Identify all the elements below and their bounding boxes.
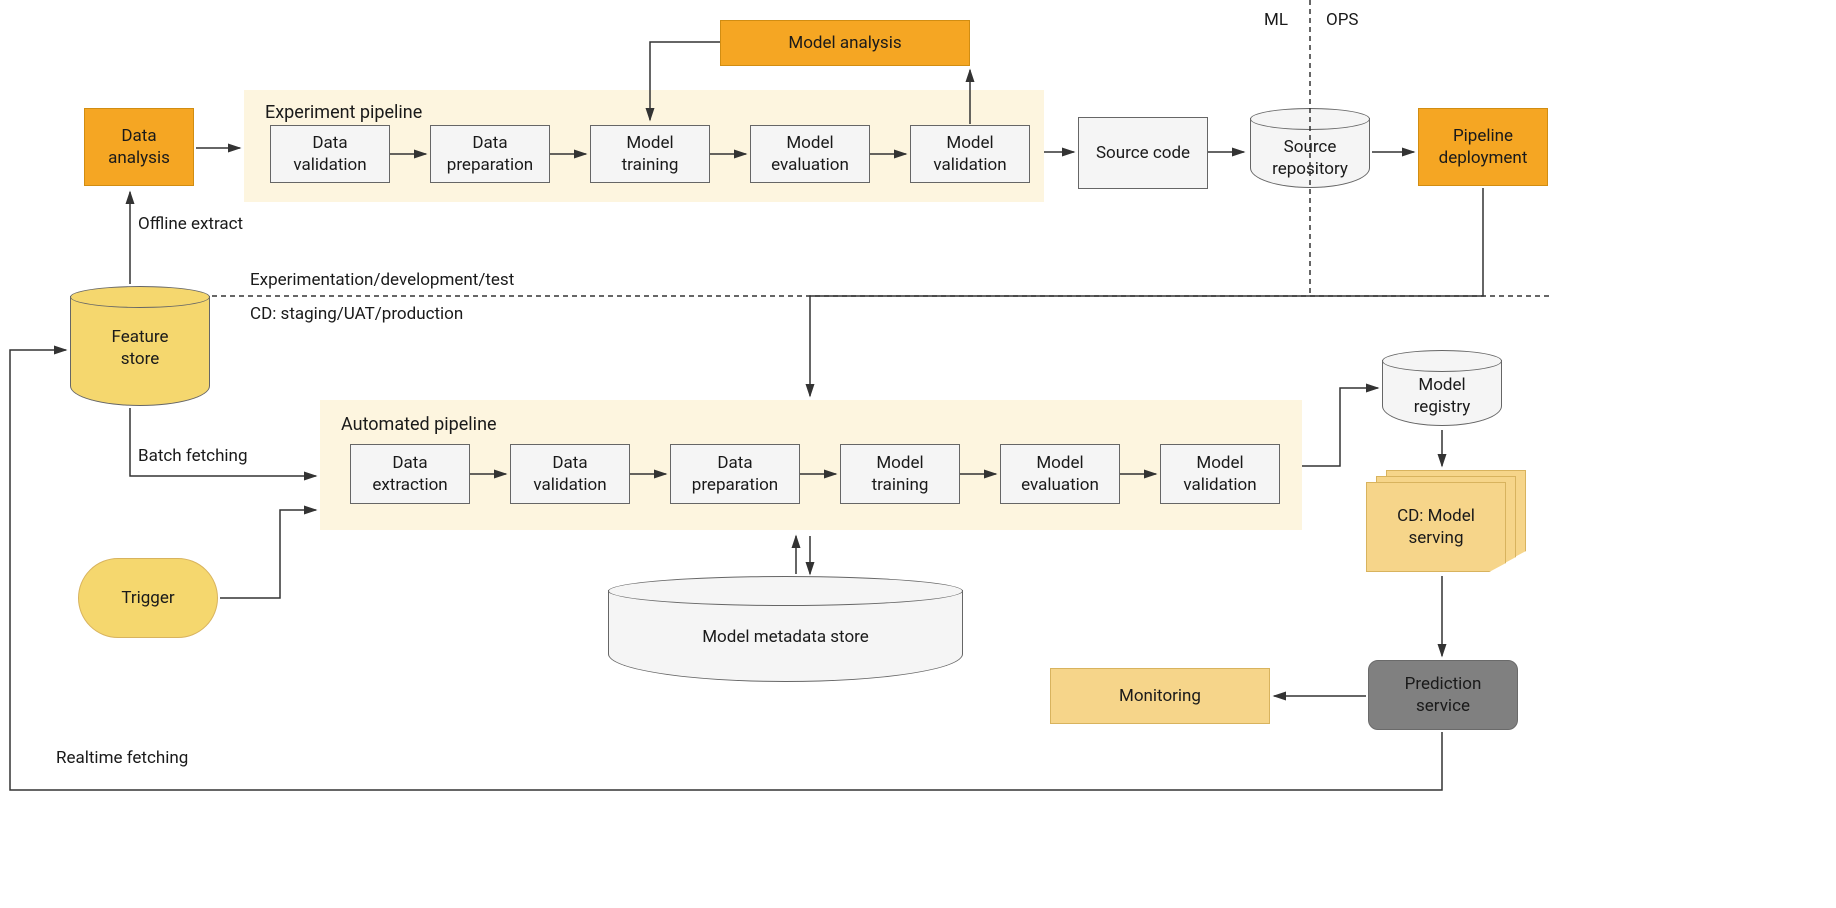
prediction-service-box: Prediction service xyxy=(1368,660,1518,730)
batch-fetching-label: Batch fetching xyxy=(138,446,248,466)
exp-step-model-validation: Model validation xyxy=(910,125,1030,183)
model-registry-label: Model registry xyxy=(1383,374,1501,418)
auto-step-data-preparation: Data preparation xyxy=(670,444,800,504)
auto-step-data-extraction: Data extraction xyxy=(350,444,470,504)
divider-top-label: Experimentation/development/test xyxy=(250,270,514,290)
model-metadata-store-label: Model metadata store xyxy=(609,626,962,648)
automated-pipeline-title: Automated pipeline xyxy=(341,413,497,436)
feature-store-label: Feature store xyxy=(71,326,209,370)
offline-extract-label: Offline extract xyxy=(138,214,243,234)
auto-step-model-training: Model training xyxy=(840,444,960,504)
model-analysis-box: Model analysis xyxy=(720,20,970,66)
exp-step-data-preparation: Data preparation xyxy=(430,125,550,183)
exp-step-model-training: Model training xyxy=(590,125,710,183)
pipeline-deployment-box: Pipeline deployment xyxy=(1418,108,1548,186)
ops-label: OPS xyxy=(1326,10,1359,30)
cd-model-serving-doc-1: CD: Model serving xyxy=(1366,482,1506,572)
exp-step-model-evaluation: Model evaluation xyxy=(750,125,870,183)
auto-step-model-evaluation: Model evaluation xyxy=(1000,444,1120,504)
experiment-pipeline-title: Experiment pipeline xyxy=(265,101,422,124)
exp-step-data-validation: Data validation xyxy=(270,125,390,183)
trigger-shape: Trigger xyxy=(78,558,218,638)
source-code-box: Source code xyxy=(1078,117,1208,189)
model-registry-cylinder: Model registry xyxy=(1382,360,1502,426)
feature-store-cylinder: Feature store xyxy=(70,296,210,406)
model-metadata-store-cylinder: Model metadata store xyxy=(608,590,963,682)
divider-bottom-label: CD: staging/UAT/production xyxy=(250,304,463,324)
auto-step-model-validation: Model validation xyxy=(1160,444,1280,504)
trigger-label: Trigger xyxy=(121,588,174,608)
ml-label: ML xyxy=(1264,10,1288,30)
data-analysis-box: Data analysis xyxy=(84,108,194,186)
auto-step-data-validation: Data validation xyxy=(510,444,630,504)
monitoring-box: Monitoring xyxy=(1050,668,1270,724)
source-repository-label: Source repository xyxy=(1251,136,1369,180)
source-repository-cylinder: Source repository xyxy=(1250,118,1370,188)
realtime-fetching-label: Realtime fetching xyxy=(56,748,188,768)
